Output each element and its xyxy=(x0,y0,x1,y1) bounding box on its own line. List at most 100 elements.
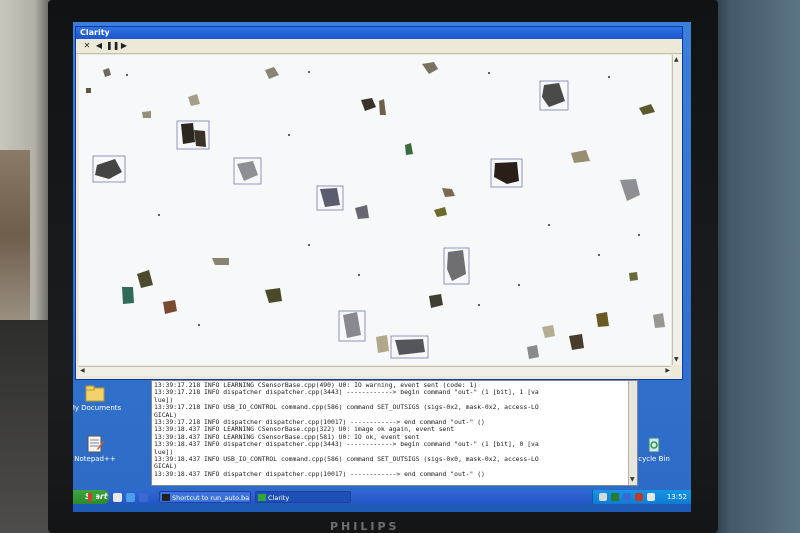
particle xyxy=(142,111,151,118)
particle xyxy=(405,143,413,155)
tray-icon[interactable] xyxy=(599,493,607,501)
notepad-icon xyxy=(87,435,104,453)
windows-flag-icon xyxy=(88,493,96,501)
quicklaunch-desktop-icon[interactable] xyxy=(113,493,122,502)
desktop-icon-my-documents[interactable]: My Documents xyxy=(73,384,125,412)
tray-icon[interactable] xyxy=(647,493,655,501)
scroll-right-icon[interactable]: ▶ xyxy=(665,367,670,375)
monitor-brand: PHILIPS xyxy=(330,520,400,533)
console-line: 13:39:18.437 INFO USB_IO_CONTROL command… xyxy=(154,455,539,464)
particle xyxy=(355,205,369,219)
speck xyxy=(488,72,490,74)
window-titlebar[interactable]: Clarity xyxy=(76,27,682,39)
console-scrollbar[interactable]: ▼ xyxy=(628,381,637,485)
speck xyxy=(308,244,310,246)
particle xyxy=(620,179,640,201)
background-rust-panel xyxy=(0,150,30,320)
speck xyxy=(198,324,200,326)
console-log[interactable]: 13:39:17.218 INFO LEARNING CSensorBase.c… xyxy=(151,380,638,486)
particle xyxy=(103,68,111,77)
speck xyxy=(598,254,600,256)
particle xyxy=(569,334,584,350)
task-label: Clarity xyxy=(268,494,290,502)
back-icon[interactable]: ◀ xyxy=(94,41,104,50)
particle xyxy=(95,159,122,179)
particle xyxy=(265,288,282,303)
particle xyxy=(86,88,91,93)
window-title: Clarity xyxy=(80,28,110,37)
particle-image xyxy=(86,62,665,359)
particle xyxy=(361,98,376,111)
quicklaunch-ie-icon[interactable] xyxy=(139,493,148,502)
close-icon[interactable]: ✕ xyxy=(82,41,92,50)
particle xyxy=(163,300,177,314)
scroll-up-icon[interactable]: ▲ xyxy=(674,56,679,64)
particle xyxy=(122,287,134,304)
particle xyxy=(527,345,539,359)
console-line: 13:39:17.218 INFO USB_IO_CONTROL command… xyxy=(154,403,539,412)
particle xyxy=(434,207,447,217)
particle xyxy=(442,188,455,197)
clock: 13:52 xyxy=(666,493,687,501)
task-label: Shortcut to run_auto.ba... xyxy=(172,494,251,502)
console-lines: 13:39:17.218 INFO LEARNING CSensorBase.c… xyxy=(154,381,622,478)
particle xyxy=(447,250,466,281)
speck xyxy=(126,74,128,76)
particle xyxy=(542,325,555,338)
particle xyxy=(379,99,386,115)
speck xyxy=(548,224,550,226)
particle xyxy=(653,313,665,328)
particle xyxy=(395,339,425,355)
particle xyxy=(542,83,565,107)
console-line: 13:39:17.218 INFO dispatcher dispatcher.… xyxy=(154,388,539,397)
particle-image-canvas[interactable] xyxy=(79,55,671,365)
task-shortcut[interactable]: Shortcut to run_auto.ba... xyxy=(159,491,251,503)
screen: My Documents Notepad++ cycle Bin Clarity… xyxy=(73,22,691,512)
canvas-vertical-scrollbar[interactable]: ▲ ▼ xyxy=(672,55,682,365)
task-clarity[interactable]: Clarity xyxy=(255,491,351,503)
console-icon xyxy=(162,494,170,501)
scroll-down-icon[interactable]: ▼ xyxy=(674,356,679,364)
desktop-icon-label: Notepad++ xyxy=(74,455,116,463)
play-icon[interactable]: ▶ xyxy=(119,41,129,50)
pause-icon[interactable]: ❚❚ xyxy=(106,41,119,50)
particle xyxy=(343,312,361,338)
canvas-horizontal-scrollbar[interactable]: ◀ ▶ xyxy=(79,366,671,376)
scroll-left-icon[interactable]: ◀ xyxy=(80,367,85,375)
window-toolbar: ✕ ◀ ❚❚ ▶ xyxy=(76,39,682,54)
particle xyxy=(265,67,279,79)
taskbar: Start Shortcut to run_auto.ba... Clarity… xyxy=(73,490,691,504)
particle xyxy=(494,162,519,184)
tray-icon[interactable] xyxy=(611,493,619,501)
speck xyxy=(638,234,640,236)
particle xyxy=(320,188,340,207)
particle xyxy=(212,258,229,265)
tray-icon[interactable] xyxy=(623,493,631,501)
speck xyxy=(288,134,290,136)
app-icon xyxy=(258,494,266,501)
folder-icon xyxy=(85,385,105,402)
speck xyxy=(608,76,610,78)
speck xyxy=(358,274,360,276)
particle xyxy=(181,123,195,144)
tray-icon[interactable] xyxy=(635,493,643,501)
desktop-icon-label: cycle Bin xyxy=(638,455,670,463)
particle xyxy=(596,312,609,327)
console-line: 13:39:18.437 INFO dispatcher dispatcher.… xyxy=(154,440,539,449)
speck xyxy=(158,214,160,216)
desktop-icon-notepad[interactable]: Notepad++ xyxy=(73,435,125,463)
particle xyxy=(237,161,258,181)
console-line: 13:39:18.437 INFO dispatcher dispatcher.… xyxy=(154,469,485,478)
particle xyxy=(422,62,438,74)
particle xyxy=(571,150,590,163)
start-button[interactable]: Start xyxy=(73,490,109,504)
quicklaunch-browser-icon[interactable] xyxy=(126,493,135,502)
scroll-down-icon[interactable]: ▼ xyxy=(630,476,635,484)
particle xyxy=(194,130,206,147)
speck xyxy=(518,284,520,286)
particle xyxy=(376,335,389,353)
particle xyxy=(429,294,443,308)
particle xyxy=(629,272,638,281)
desktop-icon-label: My Documents xyxy=(73,404,122,412)
speck xyxy=(478,304,480,306)
